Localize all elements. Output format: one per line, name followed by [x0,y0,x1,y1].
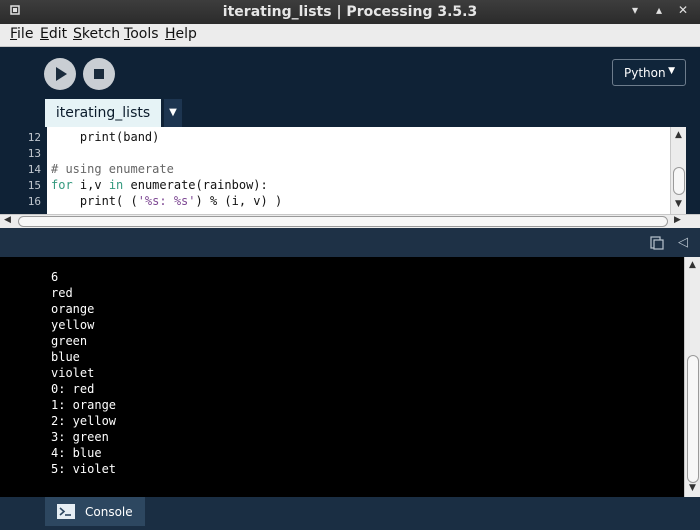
mode-selector[interactable]: Python ▼ [612,59,686,86]
footer-bar: Console [0,497,700,530]
console-line: 2: yellow [51,414,117,428]
console-line: 0: red [51,382,95,396]
console-line: 4: blue [51,446,102,460]
line-number-gutter: 12 13 14 15 16 [0,127,47,214]
mode-label: Python [624,66,666,80]
console-output: 6 red orange yellow green blue violet 0:… [0,257,684,497]
line-number: 15 [27,179,41,192]
line-number: 12 [27,131,41,144]
console-line: 6 [51,270,59,284]
scroll-down-icon[interactable]: ▼ [671,199,686,209]
menu-tools[interactable]: Tools [124,26,159,42]
console-line: violet [51,366,95,380]
maximize-button[interactable]: ▴ [652,3,666,17]
collapse-console-icon[interactable]: ◁ [678,235,688,250]
line-number: 14 [27,163,41,176]
window-title: iterating_lists | Processing 3.5.3 [222,4,478,20]
menu-bar: File Edit Sketch Tools Help [0,24,700,47]
editor-scroll-thumb[interactable] [673,167,685,195]
close-button[interactable]: ✕ [676,3,690,17]
console-scroll-thumb[interactable] [687,355,699,483]
console-line: green [51,334,88,348]
editor-vertical-scrollbar[interactable]: ▲ ▼ [670,127,686,214]
line-number: 13 [27,147,41,160]
line-number: 16 [27,195,41,208]
window-title-bar: iterating_lists | Processing 3.5.3 ▾ ▴ ✕ [0,0,700,24]
code-line: # using enumerate [51,162,174,176]
stop-button[interactable] [83,58,115,90]
copy-console-icon[interactable] [650,236,664,250]
menu-help[interactable]: Help [165,26,197,42]
scroll-down-icon[interactable]: ▼ [685,483,700,493]
scroll-up-icon[interactable]: ▲ [671,130,686,140]
console-line: red [51,286,73,300]
console-tab[interactable]: Console [45,497,145,526]
play-icon [56,67,67,81]
console-divider-bar: ◁ [0,228,700,257]
tab-menu-button[interactable]: ▼ [164,99,182,127]
editor-horizontal-scrollbar[interactable]: ◀ ▶ [0,214,700,228]
run-button[interactable] [44,58,76,90]
console-line: 1: orange [51,398,117,412]
code-line: print( ('%s: %s') % (i, v) ) [51,194,283,208]
code-line: print(band) [51,130,160,144]
console-tab-label: Console [85,505,133,519]
menu-file[interactable]: File [10,26,33,42]
code-line: for i,v in enumerate(rainbow): [51,178,268,192]
toolbar: Python ▼ iterating_lists ▼ [0,47,700,127]
terminal-icon [57,504,75,519]
scroll-up-icon[interactable]: ▲ [685,260,700,270]
editor-hscroll-thumb[interactable] [18,216,668,227]
code-editor[interactable]: print(band) # using enumerate for i,v in… [47,127,670,214]
menu-edit[interactable]: Edit [40,26,67,42]
console-line: 5: violet [51,462,117,476]
editor-side-gap [686,127,700,214]
stop-icon [94,69,104,79]
console-line: blue [51,350,80,364]
menu-sketch[interactable]: Sketch [73,26,120,42]
console-line: yellow [51,318,95,332]
chevron-down-icon: ▼ [668,66,675,76]
scroll-left-icon[interactable]: ◀ [4,215,11,225]
console-line: 3: green [51,430,109,444]
minimize-button[interactable]: ▾ [628,3,642,17]
scroll-right-icon[interactable]: ▶ [674,215,681,225]
tab-iterating-lists[interactable]: iterating_lists [45,99,161,127]
console-line: orange [51,302,95,316]
console-vertical-scrollbar[interactable]: ▲ ▼ [684,257,700,497]
